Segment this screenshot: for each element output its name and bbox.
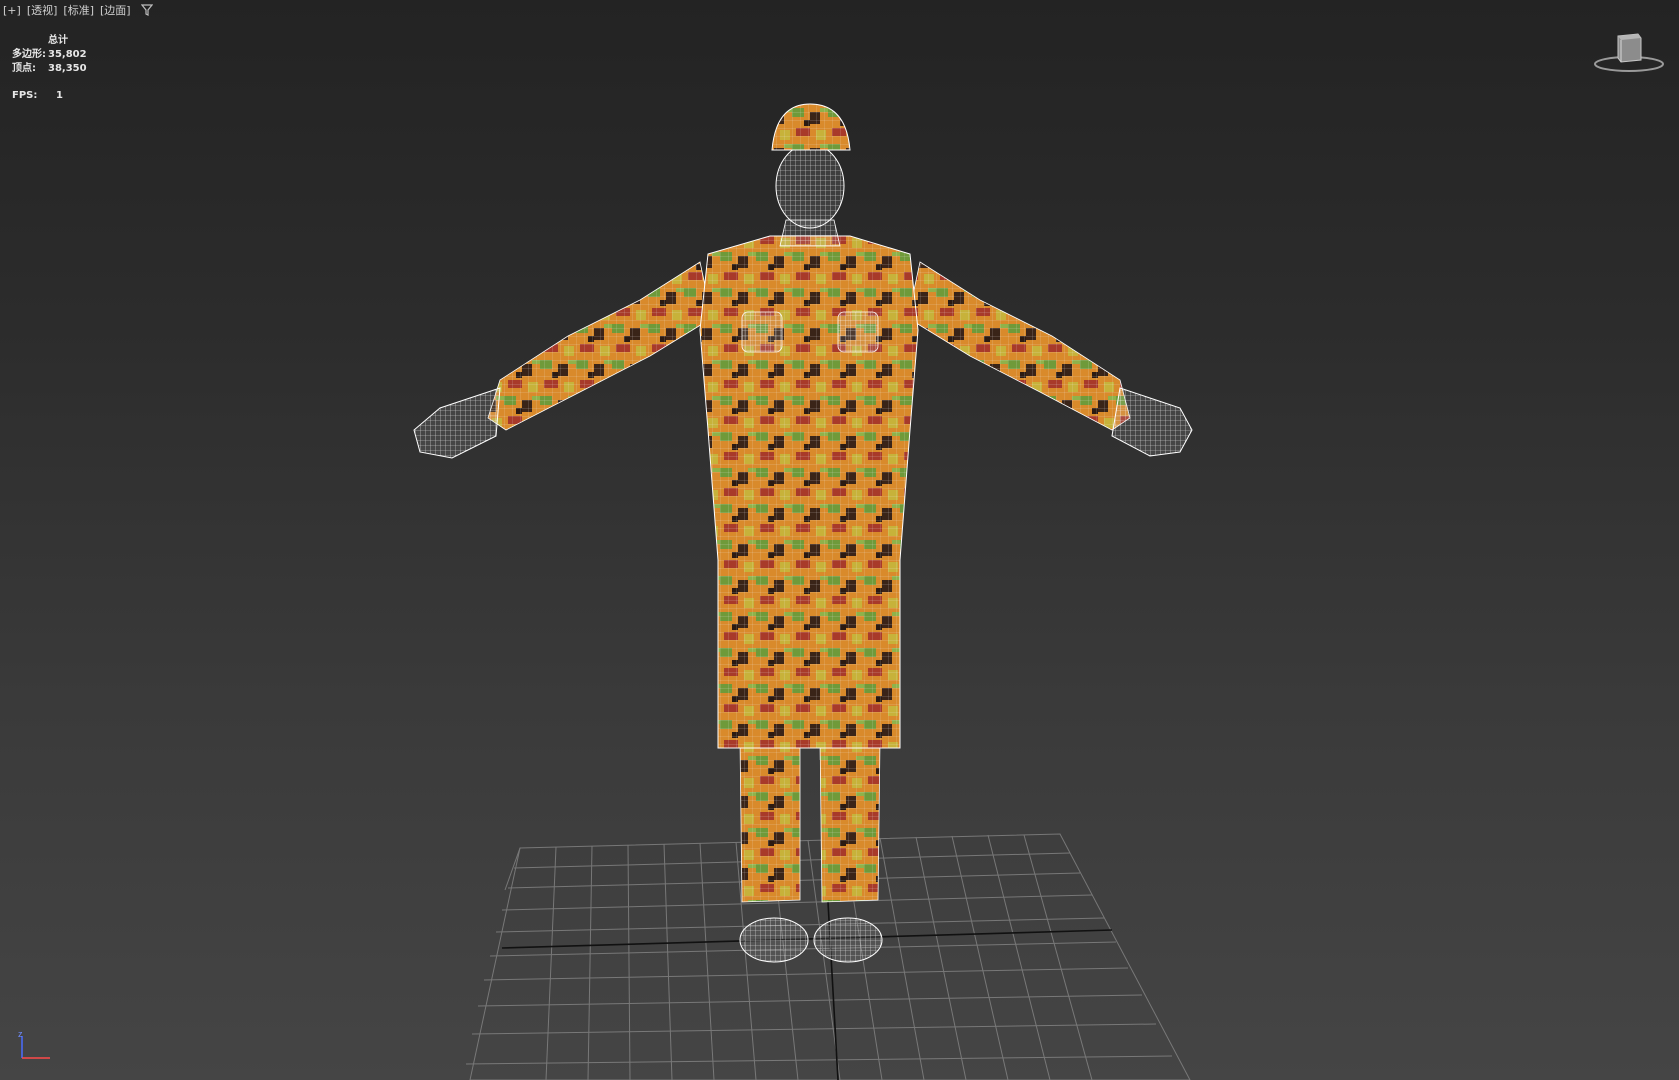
perspective-viewport[interactable]: [+] [透视] [标准] [边面] 总计 多边形: 35,802 顶点: 38… xyxy=(0,0,1679,1080)
viewcube-icon[interactable] xyxy=(1591,30,1667,80)
character-model[interactable] xyxy=(413,103,1193,963)
scene-canvas[interactable] xyxy=(0,0,1679,1080)
axis-tripod-icon: z xyxy=(18,1029,50,1059)
axis-z-label: z xyxy=(18,1029,23,1039)
